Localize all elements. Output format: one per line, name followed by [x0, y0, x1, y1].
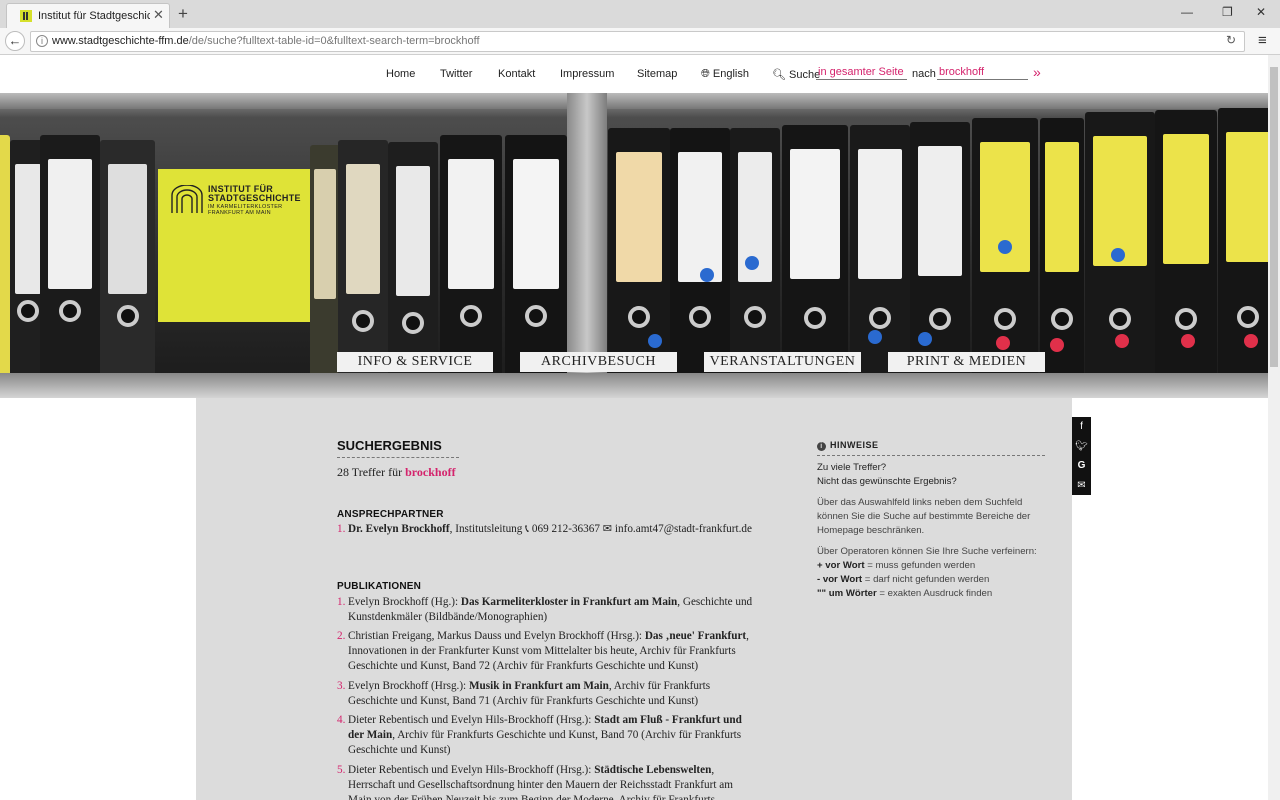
hamburger-menu-icon[interactable]: ≡ — [1258, 32, 1267, 49]
twitter-icon[interactable]: 🐦︎ — [1072, 437, 1091, 457]
results-heading: SUCHERGEBNIS — [337, 438, 459, 458]
nav-english[interactable]: 🌐︎ English — [701, 68, 749, 81]
new-tab-icon[interactable]: + — [178, 4, 188, 24]
hints-heading: i HINWEISE — [817, 440, 1045, 456]
google-icon[interactable]: G — [1072, 456, 1091, 476]
publication-item: 3. Evelyn Brockhoff (Hrsg.): Musik in Fr… — [337, 680, 711, 707]
scrollbar-thumb[interactable] — [1270, 67, 1278, 367]
logo-subtitle: IM KARMELITERKLOSTER FRANKFURT AM MAIN — [208, 204, 283, 216]
main-nav-veranstaltungen[interactable]: VERANSTALTUNGEN — [704, 352, 861, 372]
hints-operators-text: Über Operatoren können Sie Ihre Suche ve… — [817, 546, 1037, 599]
main-nav-info-service[interactable]: INFO & SERVICE — [337, 352, 493, 372]
publication-item: 4. Dieter Rebentisch und Evelyn Hils-Bro… — [337, 714, 742, 756]
binder — [1085, 112, 1155, 380]
search-scope-select[interactable]: in gesamter Seite — [816, 66, 907, 80]
binder — [338, 140, 388, 380]
contacts-heading: ANSPRECHPARTNER — [337, 509, 444, 520]
binder — [608, 128, 670, 380]
binder — [388, 142, 438, 380]
binder — [782, 125, 848, 380]
main-nav-print-medien[interactable]: PRINT & MEDIEN — [888, 352, 1045, 372]
nav-impressum[interactable]: Impressum — [560, 68, 614, 80]
hints-scope-text: Über das Auswahlfeld links neben dem Suc… — [817, 497, 1031, 536]
publication-title-link[interactable]: Das Karmeliterkloster in Frankfurt am Ma… — [461, 596, 677, 608]
reload-icon[interactable]: ↻ — [1226, 33, 1236, 47]
search-nach-label: nach — [912, 68, 936, 80]
window-close-icon[interactable]: ✕ — [1256, 5, 1266, 19]
browser-tab[interactable]: Institut für Stadtgeschicht... ✕ — [6, 3, 170, 28]
logo-arch-icon — [171, 185, 203, 213]
publication-item: 5. Dieter Rebentisch und Evelyn Hils-Bro… — [337, 764, 733, 800]
minimize-icon[interactable]: — — [1181, 5, 1193, 19]
share-bar: f 🐦︎ G ✉ — [1072, 417, 1091, 495]
nav-twitter[interactable]: Twitter — [440, 68, 472, 80]
contact-name-link[interactable]: Dr. Evelyn Brockhoff — [348, 523, 450, 535]
site-info-icon[interactable]: i — [36, 35, 48, 47]
publication-title-link[interactable]: Musik in Frankfurt am Main — [469, 680, 609, 692]
contact-email-link[interactable]: info.amt47@stadt-frankfurt.de — [615, 523, 752, 535]
url-text: www.stadtgeschichte-ffm.de/de/suche?full… — [52, 35, 480, 47]
binder — [440, 135, 502, 380]
binder — [0, 135, 10, 380]
url-field[interactable]: i www.stadtgeschichte-ffm.de/de/suche?fu… — [30, 31, 1245, 52]
binder — [505, 135, 567, 380]
binder — [850, 125, 910, 380]
publications-heading: PUBLIKATIONEN — [337, 581, 422, 592]
logo-title: INSTITUT FÜR STADTGESCHICHTE — [208, 184, 301, 203]
binder — [670, 128, 730, 380]
envelope-icon[interactable]: ✉ — [1072, 476, 1091, 496]
tab-close-icon[interactable]: ✕ — [153, 7, 164, 23]
page-scrollbar[interactable] — [1268, 55, 1280, 800]
binder — [910, 122, 970, 380]
address-bar: ← i www.stadtgeschichte-ffm.de/de/suche?… — [0, 28, 1280, 55]
publication-item: 2. Christian Freigang, Markus Dauss und … — [337, 630, 749, 672]
contact-item: 1. Dr. Evelyn Brockhoff, Institutsleitun… — [337, 523, 752, 535]
mail-icon: ✉ — [602, 523, 613, 535]
binder — [1040, 118, 1084, 380]
phone-icon: 📞︎ — [525, 523, 530, 535]
site-top-nav: Home Twitter Kontakt Impressum Sitemap 🌐… — [0, 55, 1268, 93]
info-icon: i — [817, 442, 826, 451]
nav-kontakt[interactable]: Kontakt — [498, 68, 535, 80]
publication-item: 1. Evelyn Brockhoff (Hg.): Das Karmelite… — [337, 596, 753, 623]
publication-title-link[interactable]: Städtische Lebenswelten — [594, 764, 711, 776]
main-nav-archivbesuch[interactable]: ARCHIVBESUCH — [520, 352, 677, 372]
favicon-icon — [20, 10, 32, 22]
facebook-icon[interactable]: f — [1072, 417, 1091, 437]
binder — [1218, 108, 1268, 380]
browser-tabbar: Institut für Stadtgeschicht... ✕ + — ❐ ✕ — [0, 0, 1280, 28]
search-input[interactable]: brockhoff — [937, 66, 1028, 80]
hero-banner: INSTITUT FÜR STADTGESCHICHTE IM KARMELITE… — [0, 93, 1268, 398]
search-submit-button[interactable]: » — [1033, 64, 1041, 80]
binder — [1155, 110, 1217, 380]
shelf-bottom — [0, 373, 1268, 398]
back-arrow-icon[interactable]: ← — [5, 31, 25, 51]
binder — [972, 118, 1038, 380]
globe-icon: 🌐︎ — [701, 68, 710, 80]
binder — [310, 145, 340, 380]
search-label: 🔍︎ Suche — [772, 69, 821, 81]
binder — [730, 128, 780, 380]
search-icon: 🔍︎ — [772, 69, 786, 81]
binder — [100, 140, 155, 380]
nav-sitemap[interactable]: Sitemap — [637, 68, 677, 80]
hints-questions: Zu viele Treffer? Nicht das gewünschte Er… — [817, 462, 957, 487]
shelf-top — [0, 93, 1268, 109]
institute-logo[interactable]: INSTITUT FÜR STADTGESCHICHTE IM KARMELITE… — [158, 169, 310, 322]
nav-home[interactable]: Home — [386, 68, 415, 80]
maximize-icon[interactable]: ❐ — [1222, 5, 1233, 19]
publication-title-link[interactable]: Das ‚neue' Frankfurt — [645, 630, 746, 642]
binder — [40, 135, 100, 380]
hits-summary: 28 Treffer für brockhoff — [337, 465, 456, 479]
tab-title: Institut für Stadtgeschicht... — [38, 10, 150, 22]
